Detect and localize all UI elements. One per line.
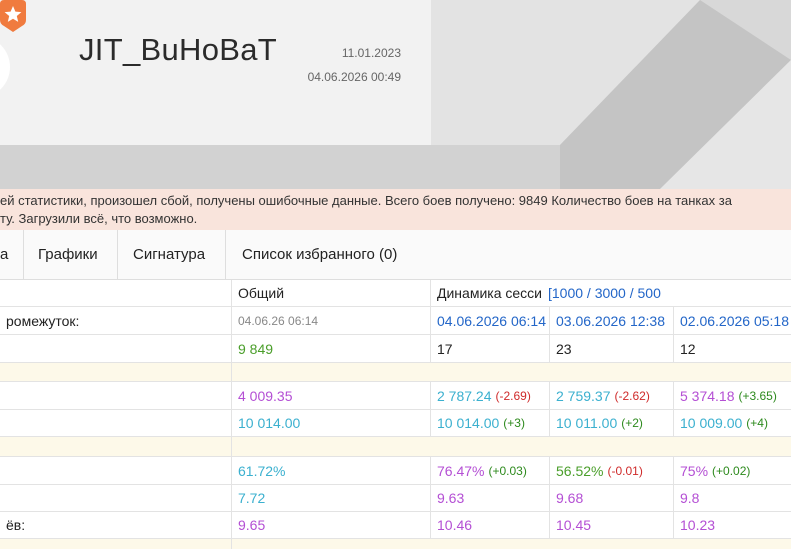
table-section-separator xyxy=(0,363,791,382)
session-2-rating: 2 759.37 xyxy=(556,387,611,404)
session-size-selector[interactable]: [1000 / 3000 / 500 xyxy=(548,285,661,301)
table-header-row: Общий Динамика сесси [1000 / 3000 / 500 xyxy=(0,280,791,307)
table-section-separator xyxy=(0,437,791,457)
session-3-rating-delta: (+3.65) xyxy=(738,388,777,403)
column-header-total: Общий xyxy=(238,285,285,301)
statistics-table: Общий Динамика сесси [1000 / 3000 / 500 … xyxy=(0,280,791,549)
table-row: 9 849 17 23 12 xyxy=(0,335,791,363)
session-date-2[interactable]: 03.06.2026 12:38 xyxy=(556,313,665,329)
session-1-rating-delta: (-2.69) xyxy=(495,388,531,403)
avatar xyxy=(0,36,10,98)
session-3-metric-1: 9.8 xyxy=(680,490,700,506)
total-period-date: 04.06.26 06:14 xyxy=(238,313,319,328)
session-3-winrate: 75% xyxy=(680,462,709,479)
session-2-metric-1: 9.68 xyxy=(556,490,584,506)
session-2-score-delta: (+2) xyxy=(621,416,643,430)
total-winrate: 61.72% xyxy=(238,462,286,479)
last-update-date: 04.06.2026 00:49 xyxy=(307,70,401,84)
table-section-separator xyxy=(0,539,791,549)
session-1-metric-2: 10.46 xyxy=(437,517,473,533)
tab-signature[interactable]: Сигнатура xyxy=(118,230,226,279)
session-3-metric-2: 10.23 xyxy=(680,517,716,533)
session-2-score: 10 011.00 xyxy=(556,415,618,431)
session-3-battles: 12 xyxy=(680,340,696,357)
star-badge-icon xyxy=(0,0,26,32)
session-1-winrate-delta: (+0.03) xyxy=(488,463,527,478)
total-rating: 4 009.35 xyxy=(238,387,293,404)
tab-bar: а Графики Сигнатура Список избранного (0… xyxy=(0,230,791,280)
tab-favorites[interactable]: Список избранного (0) xyxy=(226,230,426,279)
session-3-score: 10 009.00 xyxy=(680,415,743,431)
session-2-metric-2: 10.45 xyxy=(556,517,592,533)
table-row: ромежуток: 04.06.26 06:14 04.06.2026 06:… xyxy=(0,307,791,335)
profile-header: JIT_BuHoBaT 11.01.2023 04.06.2026 00:49 xyxy=(0,0,791,189)
row-label-period: ромежуток: xyxy=(6,312,80,329)
column-header-session-dynamics: Динамика сесси xyxy=(437,285,542,301)
tab-statistics[interactable]: а xyxy=(0,230,24,279)
warning-text-line-1: ей статистики, произошел сбой, получены … xyxy=(0,193,732,208)
session-date-3[interactable]: 02.06.2026 05:18 xyxy=(680,313,789,329)
table-row: 7.72 9.63 9.68 9.8 xyxy=(0,485,791,512)
table-row: 10 014.00 10 014.00 (+3) 10 011.00 (+2) 10… xyxy=(0,410,791,437)
session-1-winrate: 76.47% xyxy=(437,462,485,479)
session-1-score-delta: (+3) xyxy=(503,416,525,430)
total-metric-2: 9.65 xyxy=(238,517,266,533)
tab-charts[interactable]: Графики xyxy=(24,230,118,279)
session-2-winrate-delta: (-0.01) xyxy=(607,463,643,478)
player-name: JIT_BuHoBaT xyxy=(79,32,277,67)
session-1-metric-1: 9.63 xyxy=(437,490,465,506)
registration-date: 11.01.2023 xyxy=(341,46,401,60)
table-row: 4 009.35 2 787.24 (-2.69) 2 759.37 (-2.62)… xyxy=(0,382,791,410)
total-metric-1: 7.72 xyxy=(238,490,266,506)
total-score: 10 014.00 xyxy=(238,415,301,431)
session-2-battles: 23 xyxy=(556,340,572,357)
session-2-winrate: 56.52% xyxy=(556,462,604,479)
session-3-winrate-delta: (+0.02) xyxy=(712,463,751,478)
session-date-1[interactable]: 04.06.2026 06:14 xyxy=(437,313,546,329)
session-2-rating-delta: (-2.62) xyxy=(614,388,650,403)
table-row: ёв: 9.65 10.46 10.45 10.23 xyxy=(0,512,791,539)
warning-text-line-2: ту. Загрузили всё, что возможно. xyxy=(0,211,198,226)
session-1-rating: 2 787.24 xyxy=(437,387,492,404)
session-3-rating: 5 374.18 xyxy=(680,387,735,404)
session-1-battles: 17 xyxy=(437,340,453,357)
session-3-score-delta: (+4) xyxy=(746,416,768,430)
error-warning-banner: ей статистики, произошел сбой, получены … xyxy=(0,189,791,230)
row-label-metric-2: ёв: xyxy=(6,517,26,533)
session-1-score: 10 014.00 xyxy=(437,415,500,431)
profile-card: JIT_BuHoBaT 11.01.2023 04.06.2026 00:49 xyxy=(0,0,431,145)
total-battles: 9 849 xyxy=(238,340,274,357)
table-row: 61.72% 76.47% (+0.03) 56.52% (-0.01) 75% (+… xyxy=(0,457,791,485)
